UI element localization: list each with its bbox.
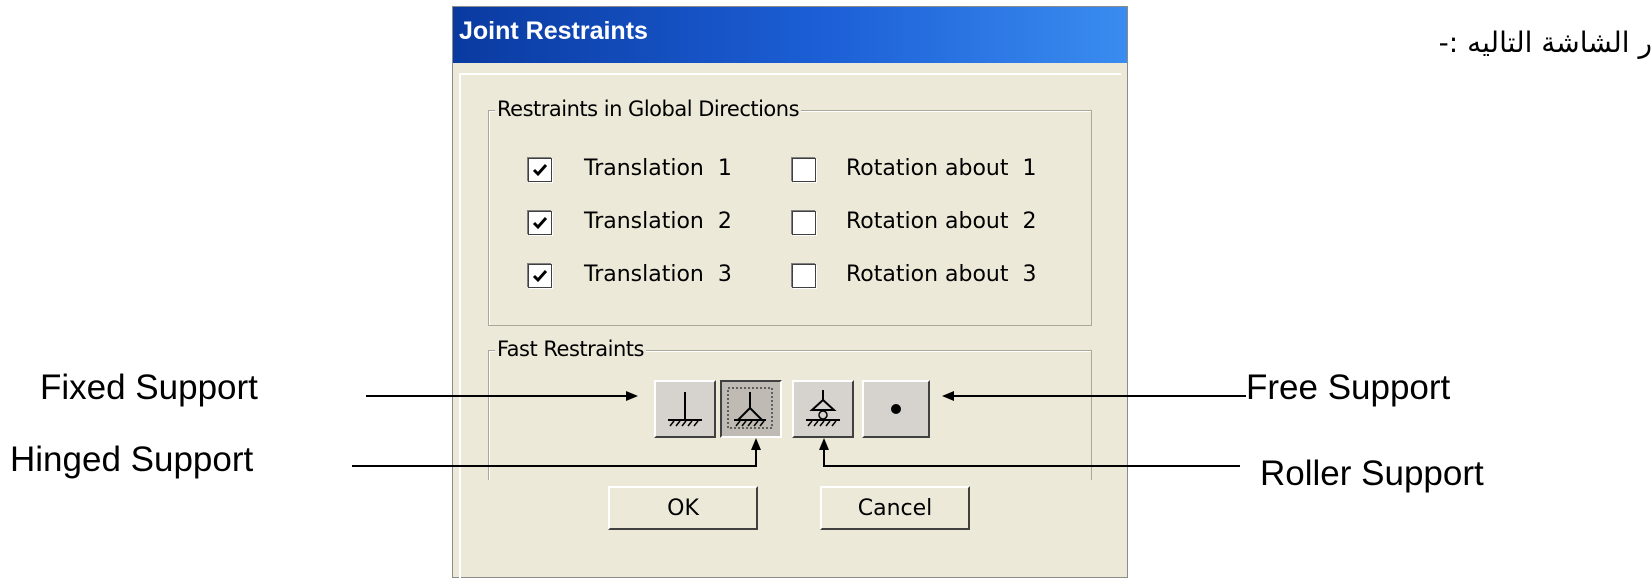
check-icon <box>532 217 548 230</box>
cancel-button[interactable]: Cancel <box>820 486 970 530</box>
roller-support-button[interactable] <box>792 380 854 438</box>
fast-restraints-group: Fast Restraints <box>488 337 1092 480</box>
roller-support-annotation: Roller Support <box>1260 454 1484 493</box>
ok-button[interactable]: OK <box>608 486 758 530</box>
check-icon <box>532 164 548 177</box>
rotation-3-label: Rotation about 3 <box>846 262 1037 287</box>
fast-restraints-title: Fast Restraints <box>495 337 646 361</box>
rotation-2-label: Rotation about 2 <box>846 209 1037 234</box>
free-support-annotation: Free Support <box>1246 368 1451 407</box>
fixed-support-button[interactable] <box>654 380 716 438</box>
fixed-support-annotation: Fixed Support <box>40 368 258 407</box>
roller-support-icon <box>806 390 840 427</box>
rotation-2-checkbox[interactable] <box>792 211 816 235</box>
translation-3-label: Translation 3 <box>584 262 732 287</box>
rotation-3-row[interactable]: Rotation about 3 <box>792 262 1072 292</box>
rotation-1-label: Rotation about 1 <box>846 156 1037 181</box>
translation-3-row[interactable]: Translation 3 <box>528 262 778 292</box>
hinged-support-button[interactable] <box>720 380 782 438</box>
check-icon <box>532 270 548 283</box>
fixed-support-icon <box>668 392 702 427</box>
title-bar[interactable]: Joint Restraints <box>453 7 1127 63</box>
window-title: Joint Restraints <box>459 17 648 45</box>
free-support-icon <box>891 404 901 414</box>
global-restraints-title: Restraints in Global Directions <box>495 97 802 121</box>
rotation-1-row[interactable]: Rotation about 1 <box>792 156 1072 186</box>
rotation-1-checkbox[interactable] <box>792 158 816 182</box>
rotation-2-row[interactable]: Rotation about 2 <box>792 209 1072 239</box>
hinged-support-annotation: Hinged Support <box>10 440 254 479</box>
translation-2-row[interactable]: Translation 2 <box>528 209 778 239</box>
translation-2-checkbox[interactable] <box>528 211 552 235</box>
translation-2-label: Translation 2 <box>584 209 732 234</box>
translation-3-checkbox[interactable] <box>528 264 552 288</box>
hinged-support-icon <box>727 387 773 429</box>
translation-1-checkbox[interactable] <box>528 158 552 182</box>
arabic-caption: ر الشاشة التاليه :- <box>1438 26 1652 59</box>
rotation-3-checkbox[interactable] <box>792 264 816 288</box>
translation-1-label: Translation 1 <box>584 156 732 181</box>
free-support-button[interactable] <box>862 380 930 438</box>
translation-1-row[interactable]: Translation 1 <box>528 156 778 186</box>
